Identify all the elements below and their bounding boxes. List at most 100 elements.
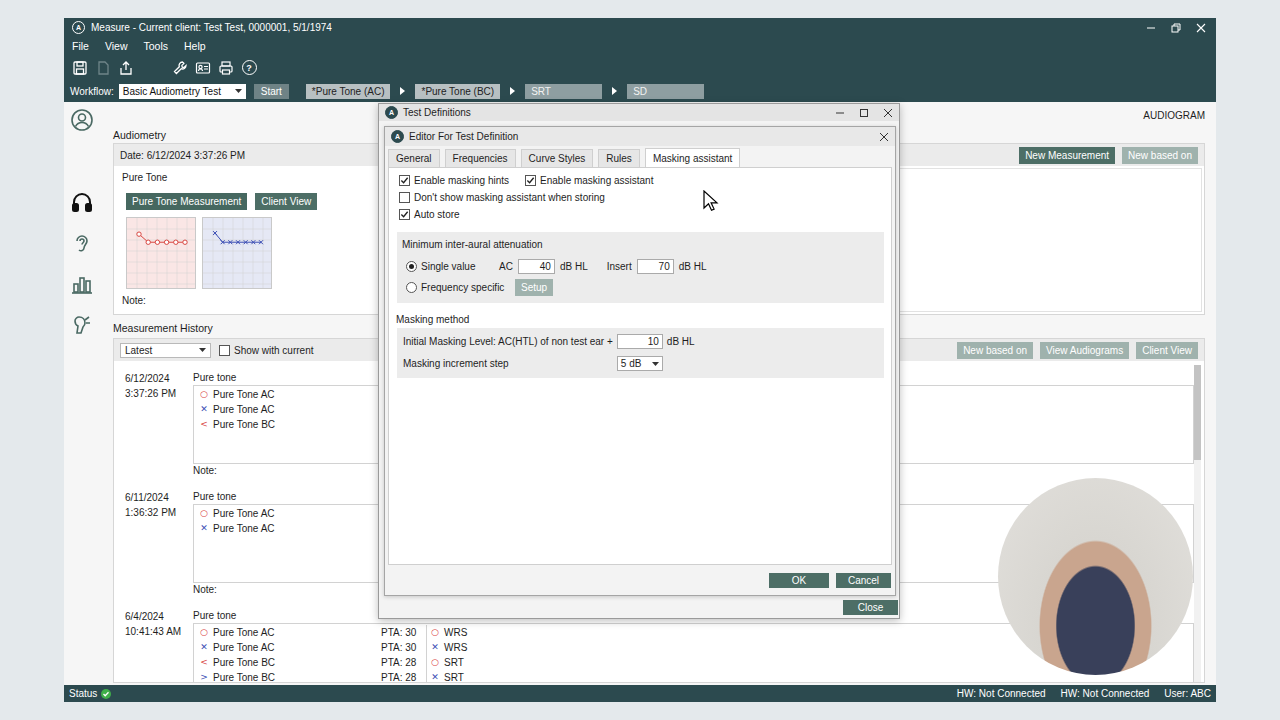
radio-option[interactable]: Frequency specific — [406, 282, 510, 293]
option-checkbox[interactable]: Auto store — [399, 209, 460, 220]
dialog-title-bar: ATest Definitions — [379, 104, 899, 121]
tab[interactable]: Frequencies — [445, 149, 516, 167]
entry-time: 10:41:43 AM — [125, 624, 193, 639]
setup-button[interactable]: Setup — [515, 279, 553, 296]
editor-title: Editor For Test Definition — [409, 131, 518, 142]
number-input[interactable]: 70 — [637, 259, 674, 274]
status-item: HW: Not Connected — [1061, 688, 1150, 699]
entry-item: ✕Pure Tone AC — [199, 640, 381, 655]
hearing-aid-icon — [70, 313, 94, 337]
workflow-step[interactable]: *Pure Tone (BC) — [415, 84, 500, 99]
menu-item[interactable]: File — [72, 40, 89, 52]
tab-bar: General Frequencies Curve StylesRules Maski… — [388, 149, 892, 167]
toolbar-button[interactable] — [95, 60, 111, 76]
history-button[interactable]: Client View — [1136, 342, 1198, 359]
dialog-button[interactable]: OK — [769, 573, 829, 588]
window-title: Measure - Current client: Test Test, 000… — [91, 22, 332, 33]
restore-icon[interactable] — [1171, 23, 1181, 33]
dialog-button[interactable]: Cancel — [836, 573, 891, 588]
curve-symbol: ○ — [199, 625, 209, 640]
checkbox[interactable] — [399, 175, 410, 186]
minimize-icon[interactable] — [1146, 23, 1156, 33]
close-button[interactable]: Close — [843, 600, 898, 615]
header-button[interactable]: New Measurement — [1019, 147, 1115, 164]
entry-item: ✕Pure Tone AC — [199, 521, 381, 536]
entry-item: ○Pure Tone AC — [199, 625, 381, 640]
status-ok-icon — [101, 689, 111, 699]
sidebar-item[interactable] — [70, 313, 94, 337]
menu-item[interactable]: View — [105, 40, 128, 52]
radio-option[interactable]: Single value — [406, 261, 494, 272]
header-button[interactable]: New based on — [1122, 147, 1198, 164]
entry-item: ✕SRT — [430, 670, 490, 682]
close-icon[interactable] — [1196, 23, 1206, 33]
toolbar-button[interactable] — [195, 60, 211, 76]
option-checkbox[interactable]: Don't show masking assistant when storin… — [399, 192, 605, 203]
field-label: AC — [499, 261, 513, 272]
minimize-icon[interactable] — [835, 108, 845, 118]
tab[interactable]: Masking assistant — [645, 148, 740, 167]
toolbar-button[interactable] — [72, 60, 88, 76]
audiogram-thumbnail[interactable] — [202, 217, 272, 289]
masking-method-title: Masking method — [389, 313, 891, 327]
number-input[interactable]: 10 — [617, 334, 663, 349]
dropdown-arrow-icon — [652, 362, 659, 366]
start-button[interactable]: Start — [254, 84, 289, 99]
maximize-icon[interactable] — [859, 108, 869, 118]
id-card-icon — [195, 60, 211, 76]
pure-tone-label: Pure Tone — [122, 171, 392, 185]
option-checkbox[interactable]: Enable masking hints — [399, 175, 509, 186]
workflow-step[interactable]: *Pure Tone (AC) — [306, 84, 391, 99]
toolbar-button[interactable] — [118, 60, 134, 76]
entry-item: ○Pure Tone AC — [199, 506, 381, 521]
scrollbar-thumb[interactable] — [1194, 365, 1201, 460]
history-button[interactable]: New based on — [957, 342, 1033, 359]
tab[interactable]: Curve Styles — [521, 149, 594, 167]
unit-label: dB HL — [560, 261, 588, 272]
menu-item[interactable]: Help — [184, 40, 206, 52]
sidebar-item[interactable] — [70, 108, 94, 132]
close-icon[interactable] — [883, 108, 893, 118]
pta-value: PTA: 28 — [381, 670, 426, 682]
unit-label: dB HL — [679, 261, 707, 272]
toolbar-button[interactable] — [218, 60, 234, 76]
toolbar-button[interactable]: ? — [241, 60, 257, 76]
pta-value: PTA: 30 — [381, 625, 426, 640]
curve-symbol: ✕ — [430, 640, 440, 655]
number-input[interactable]: 40 — [518, 259, 555, 274]
workflow-step[interactable]: SRT — [525, 84, 602, 99]
close-icon[interactable] — [879, 132, 889, 142]
toolbar-button[interactable] — [172, 60, 188, 76]
scrollbar[interactable] — [1194, 365, 1201, 682]
sidebar-item[interactable] — [70, 272, 94, 296]
field-label: Masking increment step — [403, 358, 613, 369]
increment-select[interactable]: 5 dB — [617, 356, 663, 371]
show-with-current[interactable]: Show with current — [219, 345, 313, 356]
history-button[interactable]: View Audiograms — [1040, 342, 1129, 359]
option-checkbox[interactable]: Enable masking assistant — [525, 175, 653, 186]
history-filter[interactable]: Latest — [120, 343, 211, 358]
workflow-step[interactable]: SD — [627, 84, 704, 99]
sidebar-item[interactable] — [70, 190, 94, 214]
printer-icon — [218, 60, 234, 76]
curve-symbol: ✕ — [199, 402, 209, 417]
checkbox[interactable] — [399, 209, 410, 220]
view-button[interactable]: Client View — [255, 193, 317, 210]
toolbar-group: ? — [172, 60, 257, 76]
checkbox[interactable] — [525, 175, 536, 186]
ear-icon — [70, 231, 94, 255]
curve-symbol: ✕ — [430, 670, 440, 682]
checkbox[interactable] — [399, 192, 410, 203]
sidebar-item[interactable] — [70, 231, 94, 255]
app-logo-icon: A — [391, 130, 404, 143]
step-arrow-icon — [612, 87, 617, 95]
audiogram-thumbnail[interactable] — [126, 217, 196, 289]
dropdown-arrow-icon — [199, 348, 206, 352]
workflow-select[interactable]: Basic Audiometry Test — [119, 84, 246, 99]
view-button[interactable]: Pure Tone Measurement — [126, 193, 247, 210]
tab[interactable]: Rules — [598, 149, 640, 167]
app-logo-icon: A — [72, 21, 85, 34]
checkbox[interactable] — [219, 345, 230, 356]
menu-item[interactable]: Tools — [144, 40, 169, 52]
tab[interactable]: General — [388, 149, 440, 167]
